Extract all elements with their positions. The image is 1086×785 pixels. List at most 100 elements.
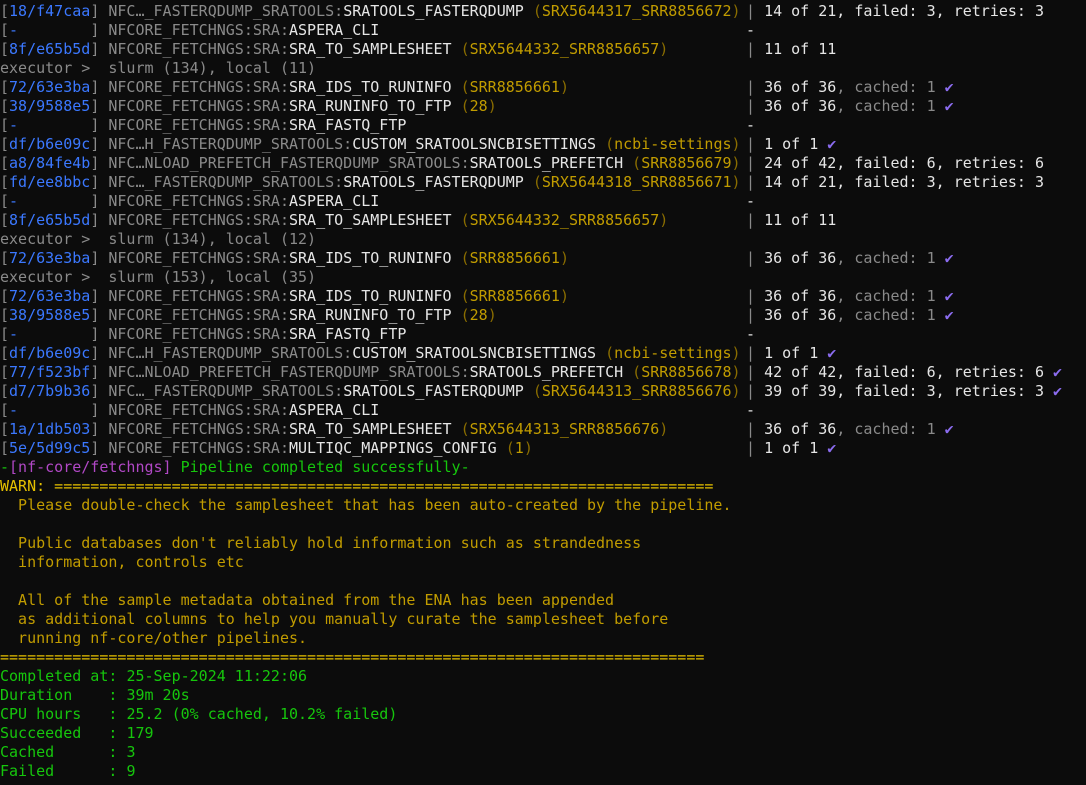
bracket-close: ] <box>90 2 109 20</box>
task-hash: 72/63e3ba <box>9 78 91 96</box>
warning-separator: ========================================… <box>45 477 714 495</box>
status-cached: , cached: 1 <box>836 287 936 305</box>
process-prefix: NFCORE_FETCHNGS:SRA: <box>108 211 289 229</box>
summary-value: 9 <box>126 762 136 780</box>
bracket-close: ] <box>90 211 109 229</box>
task-hash: df/b6e09c <box>9 344 91 362</box>
paren-open: ( <box>451 287 470 305</box>
paren-close: ) <box>659 420 669 438</box>
paren-close: ) <box>487 97 497 115</box>
checkmark-icon: ✔ <box>935 97 954 115</box>
process-line: [- ] NFCORE_FETCHNGS:SRA:SRA_FASTQ_FTP - <box>0 325 1086 344</box>
bracket-close: ] <box>90 306 109 324</box>
status-separator: | <box>746 40 765 58</box>
bracket-close: ] <box>90 382 109 400</box>
summary-colon: : <box>108 743 127 761</box>
paren-close: ) <box>731 154 741 172</box>
paren-open: ( <box>523 2 542 20</box>
process-status: - <box>746 192 755 211</box>
process-prefix: NFC…_FASTERQDUMP_SRATOOLS: <box>108 382 344 400</box>
process-prefix: NFC…_FASTERQDUMP_SRATOOLS: <box>108 2 344 20</box>
bracket-open: [ <box>0 116 10 134</box>
bracket-open: [ <box>0 325 10 343</box>
process-tag: SRX5644313_SRR8856676 <box>469 420 660 438</box>
process-line: [72/63e3ba] NFCORE_FETCHNGS:SRA:SRA_IDS_… <box>0 249 1086 268</box>
bracket-close: ] <box>90 21 109 39</box>
status-count: 1 of 1 <box>764 344 819 362</box>
execution-summary: Completed at: 25-Sep-2024 11:22:06 Durati… <box>0 667 1086 781</box>
process-name: CUSTOM_SRATOOLSNCBISETTINGS <box>352 135 597 153</box>
executor-info: executor > slurm (153), local (35) <box>0 268 317 286</box>
terminal-window[interactable]: [18/f47caa] NFC…_FASTERQDUMP_SRATOOLS:SR… <box>0 0 1086 785</box>
status-separator: | <box>746 97 765 115</box>
process-name: SRA_FASTQ_FTP <box>289 325 407 343</box>
status-separator: | <box>746 249 765 267</box>
process-status: | 24 of 42, failed: 6, retries: 6 <box>746 154 1044 173</box>
status-count: - <box>746 21 756 39</box>
process-line: [df/b6e09c] NFC…H_FASTERQDUMP_SRATOOLS:C… <box>0 135 1086 154</box>
paren-open: ( <box>451 211 470 229</box>
process-status: | 36 of 36, cached: 1 ✔ <box>746 78 954 97</box>
bracket-close: ] <box>90 249 109 267</box>
process-tag: ncbi-settings <box>614 344 732 362</box>
process-status: - <box>746 401 755 420</box>
process-tag: ncbi-settings <box>614 135 732 153</box>
summary-label: Succeeded <box>0 724 109 742</box>
paren-close: ) <box>731 363 741 381</box>
bracket-open: [ <box>0 78 10 96</box>
task-hash: - <box>9 21 91 39</box>
status-count: 36 of 36 <box>764 287 837 305</box>
paren-open: ( <box>451 249 470 267</box>
bracket-close: ] <box>90 97 109 115</box>
warning-text: as additional columns to help you manual… <box>0 610 669 628</box>
process-tag: SRX5644313_SRR8856676 <box>541 382 732 400</box>
summary-value: 25.2 (0% cached, 10.2% failed) <box>126 705 398 723</box>
status-count: 24 of 42, failed: 6, retries: 6 <box>764 154 1045 172</box>
executor-line: executor > slurm (153), local (35) <box>0 268 1086 287</box>
process-name: SRA_TO_SAMPLESHEET <box>289 420 452 438</box>
paren-open: ( <box>451 420 470 438</box>
process-name: CUSTOM_SRATOOLSNCBISETTINGS <box>352 344 597 362</box>
process-name: MULTIQC_MAPPINGS_CONFIG <box>289 439 497 457</box>
summary-value: 25-Sep-2024 11:22:06 <box>126 667 308 685</box>
paren-close: ) <box>559 78 569 96</box>
bracket-close: ] <box>90 192 109 210</box>
bracket-open: [ <box>0 249 10 267</box>
status-count: 1 of 1 <box>764 439 819 457</box>
process-name: SRATOOLS_FASTERQDUMP <box>343 173 524 191</box>
paren-close: ) <box>659 211 669 229</box>
process-line: [1a/1db503] NFCORE_FETCHNGS:SRA:SRA_TO_S… <box>0 420 1086 439</box>
process-tag: SRX5644332_SRR8856657 <box>469 40 660 58</box>
warning-text <box>0 572 1086 591</box>
process-name: SRATOOLS_PREFETCH <box>469 363 624 381</box>
checkmark-icon: ✔ <box>935 249 954 267</box>
status-separator: | <box>746 420 765 438</box>
process-prefix: NFCORE_FETCHNGS:SRA: <box>108 40 289 58</box>
paren-close: ) <box>559 287 569 305</box>
bracket-open: [ <box>0 401 10 419</box>
process-line: [38/9588e5] NFCORE_FETCHNGS:SRA:SRA_RUNI… <box>0 97 1086 116</box>
process-name: SRA_TO_SAMPLESHEET <box>289 211 452 229</box>
checkmark-icon: ✔ <box>818 135 837 153</box>
bracket-open: [ <box>0 420 10 438</box>
process-status: | 1 of 1 ✔ <box>746 344 836 363</box>
process-prefix: NFCORE_FETCHNGS:SRA: <box>108 97 289 115</box>
bracket-open: [ <box>0 287 10 305</box>
status-count: 1 of 1 <box>764 135 819 153</box>
process-name: ASPERA_CLI <box>289 401 380 419</box>
bracket-close: ] <box>90 325 109 343</box>
status-separator: | <box>746 135 765 153</box>
status-separator: | <box>746 344 765 362</box>
task-hash: 8f/e65b5d <box>9 211 91 229</box>
completion-dash: - <box>460 458 470 476</box>
process-prefix: NFC…NLOAD_PREFETCH_FASTERQDUMP_SRATOOLS: <box>108 154 470 172</box>
paren-open: ( <box>451 40 470 58</box>
bracket-open: [ <box>0 21 10 39</box>
status-cached: , cached: 1 <box>836 97 936 115</box>
bracket-close: ] <box>90 78 109 96</box>
task-hash: d7/7b9b36 <box>9 382 91 400</box>
summary-row: Cached : 3 <box>0 743 1086 762</box>
process-tag: SRR8856678 <box>641 363 732 381</box>
status-count: 36 of 36 <box>764 306 837 324</box>
process-status: | 14 of 21, failed: 3, retries: 3 <box>746 173 1044 192</box>
